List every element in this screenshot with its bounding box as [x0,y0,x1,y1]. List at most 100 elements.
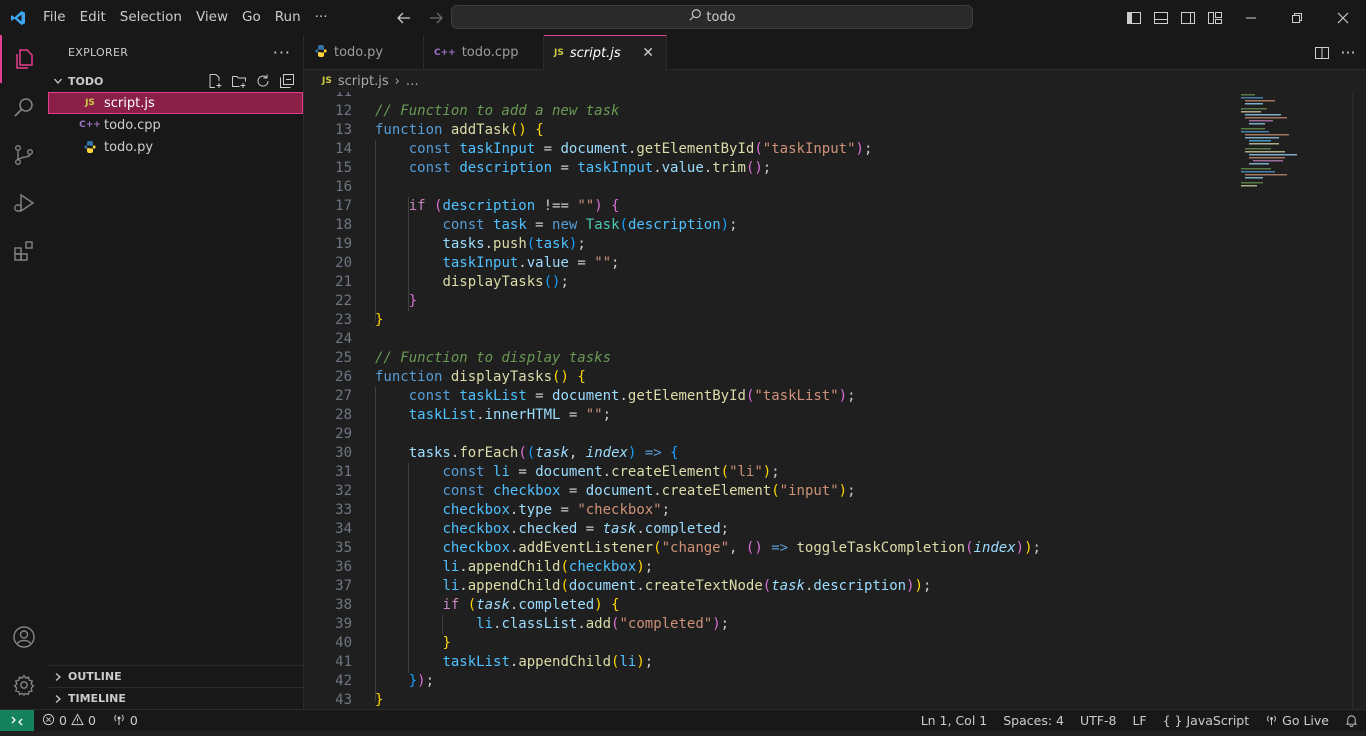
search-view-icon[interactable] [0,83,48,131]
line-number: 15 [335,160,352,176]
code-line: taskInput.value = ""; [442,255,620,271]
line-number: 37 [335,578,352,594]
menu-go[interactable]: Go [235,0,268,35]
status-bar: 0 0 0 Ln 1, Col 1 Spaces: 4 UTF-8 LF { }… [0,709,1366,732]
line-number: 17 [335,198,352,214]
line-number: 14 [335,141,352,157]
new-file-icon[interactable] [205,71,225,91]
customize-layout-icon[interactable] [1201,0,1228,35]
code-content: // Function to add a new task function a… [375,92,1041,709]
line-number: 28 [335,407,352,423]
breadcrumb-file[interactable]: script.js [338,74,389,89]
code-line: const li = document.createElement("li"); [442,464,780,480]
refresh-icon[interactable] [253,71,273,91]
toggle-secondary-sidebar-icon[interactable] [1174,0,1201,35]
close-tab-icon[interactable]: ✕ [642,45,654,61]
indentation[interactable]: Spaces: 4 [995,710,1072,732]
more-actions-icon[interactable]: ··· [1338,43,1358,63]
sidebar-bottom-sections: OUTLINE TIMELINE [48,665,303,709]
tab-todo-cpp[interactable]: C++ todo.cpp [424,35,544,70]
minimize-icon[interactable] [1228,0,1274,35]
code-editor[interactable]: 11 12 13 14 15 16 17 18 19 20 21 22 23 24 25 26 27 28 29 30… [304,92,1366,709]
explorer-icon[interactable] [0,35,48,83]
restore-icon[interactable] [1274,0,1320,35]
encoding[interactable]: UTF-8 [1072,710,1124,732]
language-mode[interactable]: { } JavaScript [1155,710,1258,732]
line-number: 43 [335,692,352,708]
outline-section-header[interactable]: OUTLINE [48,665,303,687]
activity-bar [0,35,48,709]
remote-indicator-icon[interactable] [0,709,34,732]
menu-more[interactable]: ··· [308,0,335,35]
python-file-icon [314,44,328,62]
code-line: if (description !== "") { [408,198,620,214]
extensions-icon[interactable] [0,227,48,275]
accounts-icon[interactable] [0,613,48,661]
menu-edit[interactable]: Edit [73,0,113,35]
language-label: JavaScript [1186,713,1250,728]
file-item-todo-py[interactable]: todo.py [48,136,303,158]
tab-script-js[interactable]: JS script.js ✕ [544,35,667,70]
tab-todo-py[interactable]: todo.py [304,35,424,70]
new-folder-icon[interactable] [229,71,249,91]
cursor-position[interactable]: Ln 1, Col 1 [913,710,996,732]
line-number: 34 [335,521,352,537]
tab-label: todo.py [334,45,384,60]
broadcast-icon [112,712,126,729]
problems-indicator[interactable]: 0 0 [34,710,104,732]
split-editor-icon[interactable] [1312,43,1332,63]
editor-tabs: todo.py C++ todo.cpp JS script.js ✕ ··· [304,35,1366,70]
javascript-file-icon: JS [322,76,332,86]
toggle-primary-sidebar-icon[interactable] [1120,0,1147,35]
end-of-line[interactable]: LF [1124,710,1154,732]
minimap[interactable] [1239,92,1339,212]
code-line: const description = taskInput.value.trim… [408,160,772,176]
line-number: 31 [335,464,352,480]
folder-header-todo[interactable]: TODO [48,70,303,92]
folder-actions [205,70,297,92]
folder-name: TODO [68,74,104,88]
explorer-more-icon[interactable]: ··· [273,43,291,62]
line-number: 27 [335,388,352,404]
broadcast-icon [1265,713,1278,729]
back-arrow-icon[interactable] [392,6,416,30]
code-line: } [442,635,451,651]
timeline-section-header[interactable]: TIMELINE [48,687,303,709]
file-name: todo.py [104,139,154,155]
error-count: 0 [59,713,67,728]
forward-arrow-icon[interactable] [424,6,448,30]
code-line: taskList.appendChild(li); [442,654,654,670]
notifications-bell-icon[interactable] [1337,710,1366,732]
line-number: 16 [335,179,352,195]
line-number: 32 [335,483,352,499]
vertical-scrollbar[interactable] [1352,92,1366,709]
close-window-icon[interactable] [1320,0,1366,35]
ports-indicator[interactable]: 0 [104,710,146,732]
code-line: }); [408,673,435,689]
menu-run[interactable]: Run [268,0,308,35]
collapse-all-icon[interactable] [277,71,297,91]
file-item-script-js[interactable]: JS script.js [48,92,303,114]
breadcrumb-more[interactable]: … [406,74,419,89]
tab-label: script.js [569,45,621,61]
menu-selection[interactable]: Selection [113,0,189,35]
menu-file[interactable]: File [36,0,73,35]
code-line: const taskList = document.getElementById… [408,388,856,404]
line-number: 24 [335,331,352,347]
go-live-button[interactable]: Go Live [1257,710,1337,732]
timeline-label: TIMELINE [68,692,126,705]
toggle-panel-icon[interactable] [1147,0,1174,35]
settings-gear-icon[interactable] [0,661,48,709]
menu-view[interactable]: View [189,0,235,35]
chevron-right-icon [48,672,68,682]
line-number: 42 [335,673,352,689]
file-name: todo.cpp [104,117,161,133]
status-bar-right: Ln 1, Col 1 Spaces: 4 UTF-8 LF { } JavaS… [913,710,1366,732]
run-debug-icon[interactable] [0,179,48,227]
command-center-search[interactable]: todo [451,5,973,29]
source-control-icon[interactable] [0,131,48,179]
line-number: 20 [335,255,352,271]
file-item-todo-cpp[interactable]: C++ todo.cpp [48,114,303,136]
